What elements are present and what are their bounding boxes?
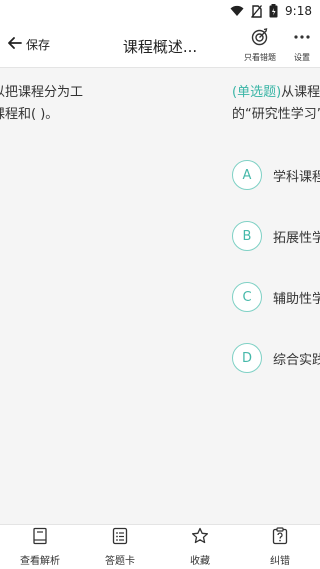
status-bar: 9:18 [0,0,320,24]
option-c[interactable]: C 辅助性学 [232,282,320,312]
page-title: 课程概述... [122,38,198,56]
question-text: 程功能的角度，可以把课程分为工 识性课程、技能性课程和( )。 [0,82,188,126]
top-toolbar: 保存 课程概述... 只看错题 设置 [0,24,320,68]
question-page-current: (单选题)从课程 的“研究性学习” A 学科课程 B 拓展性学 C 辅助性学 D… [232,68,320,373]
favorite-button[interactable]: 收藏 [160,525,240,569]
target-icon [251,28,269,50]
view-analysis-button[interactable]: 查看解析 [0,525,80,569]
option-label: 学科课程 [273,169,320,185]
back-arrow-icon [8,37,22,52]
question-text: (单选题)从课程 的“研究性学习” [232,82,320,126]
status-time: 9:18 [285,4,312,18]
report-error-label: 纠错 [270,556,290,567]
wrong-only-button[interactable]: 只看错题 [240,28,280,63]
option-b[interactable]: B 拓展性学 [232,221,320,251]
option-letter: B [232,221,262,251]
wifi-icon [230,5,244,17]
option-label: 拓展性学 [273,230,320,246]
question-line: 程功能的角度，可以把课程分为工 [0,85,84,100]
view-analysis-label: 查看解析 [20,556,60,567]
question-line: 的“研究性学习” [232,107,320,122]
star-icon [191,527,209,549]
question-page-previous: 程功能的角度，可以把课程分为工 识性课程、技能性课程和( )。 课程 课程 课程… [0,68,188,126]
more-dots-icon [293,28,311,50]
option-letter: C [232,282,262,312]
option-a[interactable]: A 学科课程 [232,160,320,190]
error-report-icon [271,527,289,549]
favorite-label: 收藏 [190,556,210,567]
question-text-fragment: 从课程 [281,85,320,100]
option-letter: A [232,160,262,190]
wrong-only-label: 只看错题 [244,53,276,62]
back-save-button[interactable]: 保存 [8,36,50,53]
no-sim-icon [251,4,263,18]
settings-label: 设置 [294,53,310,62]
settings-button[interactable]: 设置 [282,28,320,63]
option-d[interactable]: D 综合实践 [232,343,320,373]
answer-sheet-label: 答题卡 [105,556,135,567]
question-pager[interactable]: 程功能的角度，可以把课程分为工 识性课程、技能性课程和( )。 课程 课程 课程… [0,68,320,524]
option-letter: D [232,343,262,373]
option-label: 综合实践 [273,352,320,368]
question-line: (单选题)从课程 [232,82,320,104]
option-label: 辅助性学 [273,291,320,307]
answer-sheet-button[interactable]: 答题卡 [80,525,160,569]
battery-icon [269,4,278,18]
back-label: 保存 [26,38,51,52]
report-error-button[interactable]: 纠错 [240,525,320,569]
book-icon [31,527,49,549]
question-type-label: (单选题) [232,85,282,100]
bottom-bar: 查看解析 答题卡 收藏 纠错 [0,524,320,569]
answer-sheet-icon [111,527,129,549]
question-line: 识性课程、技能性课程和( )。 [0,107,59,122]
